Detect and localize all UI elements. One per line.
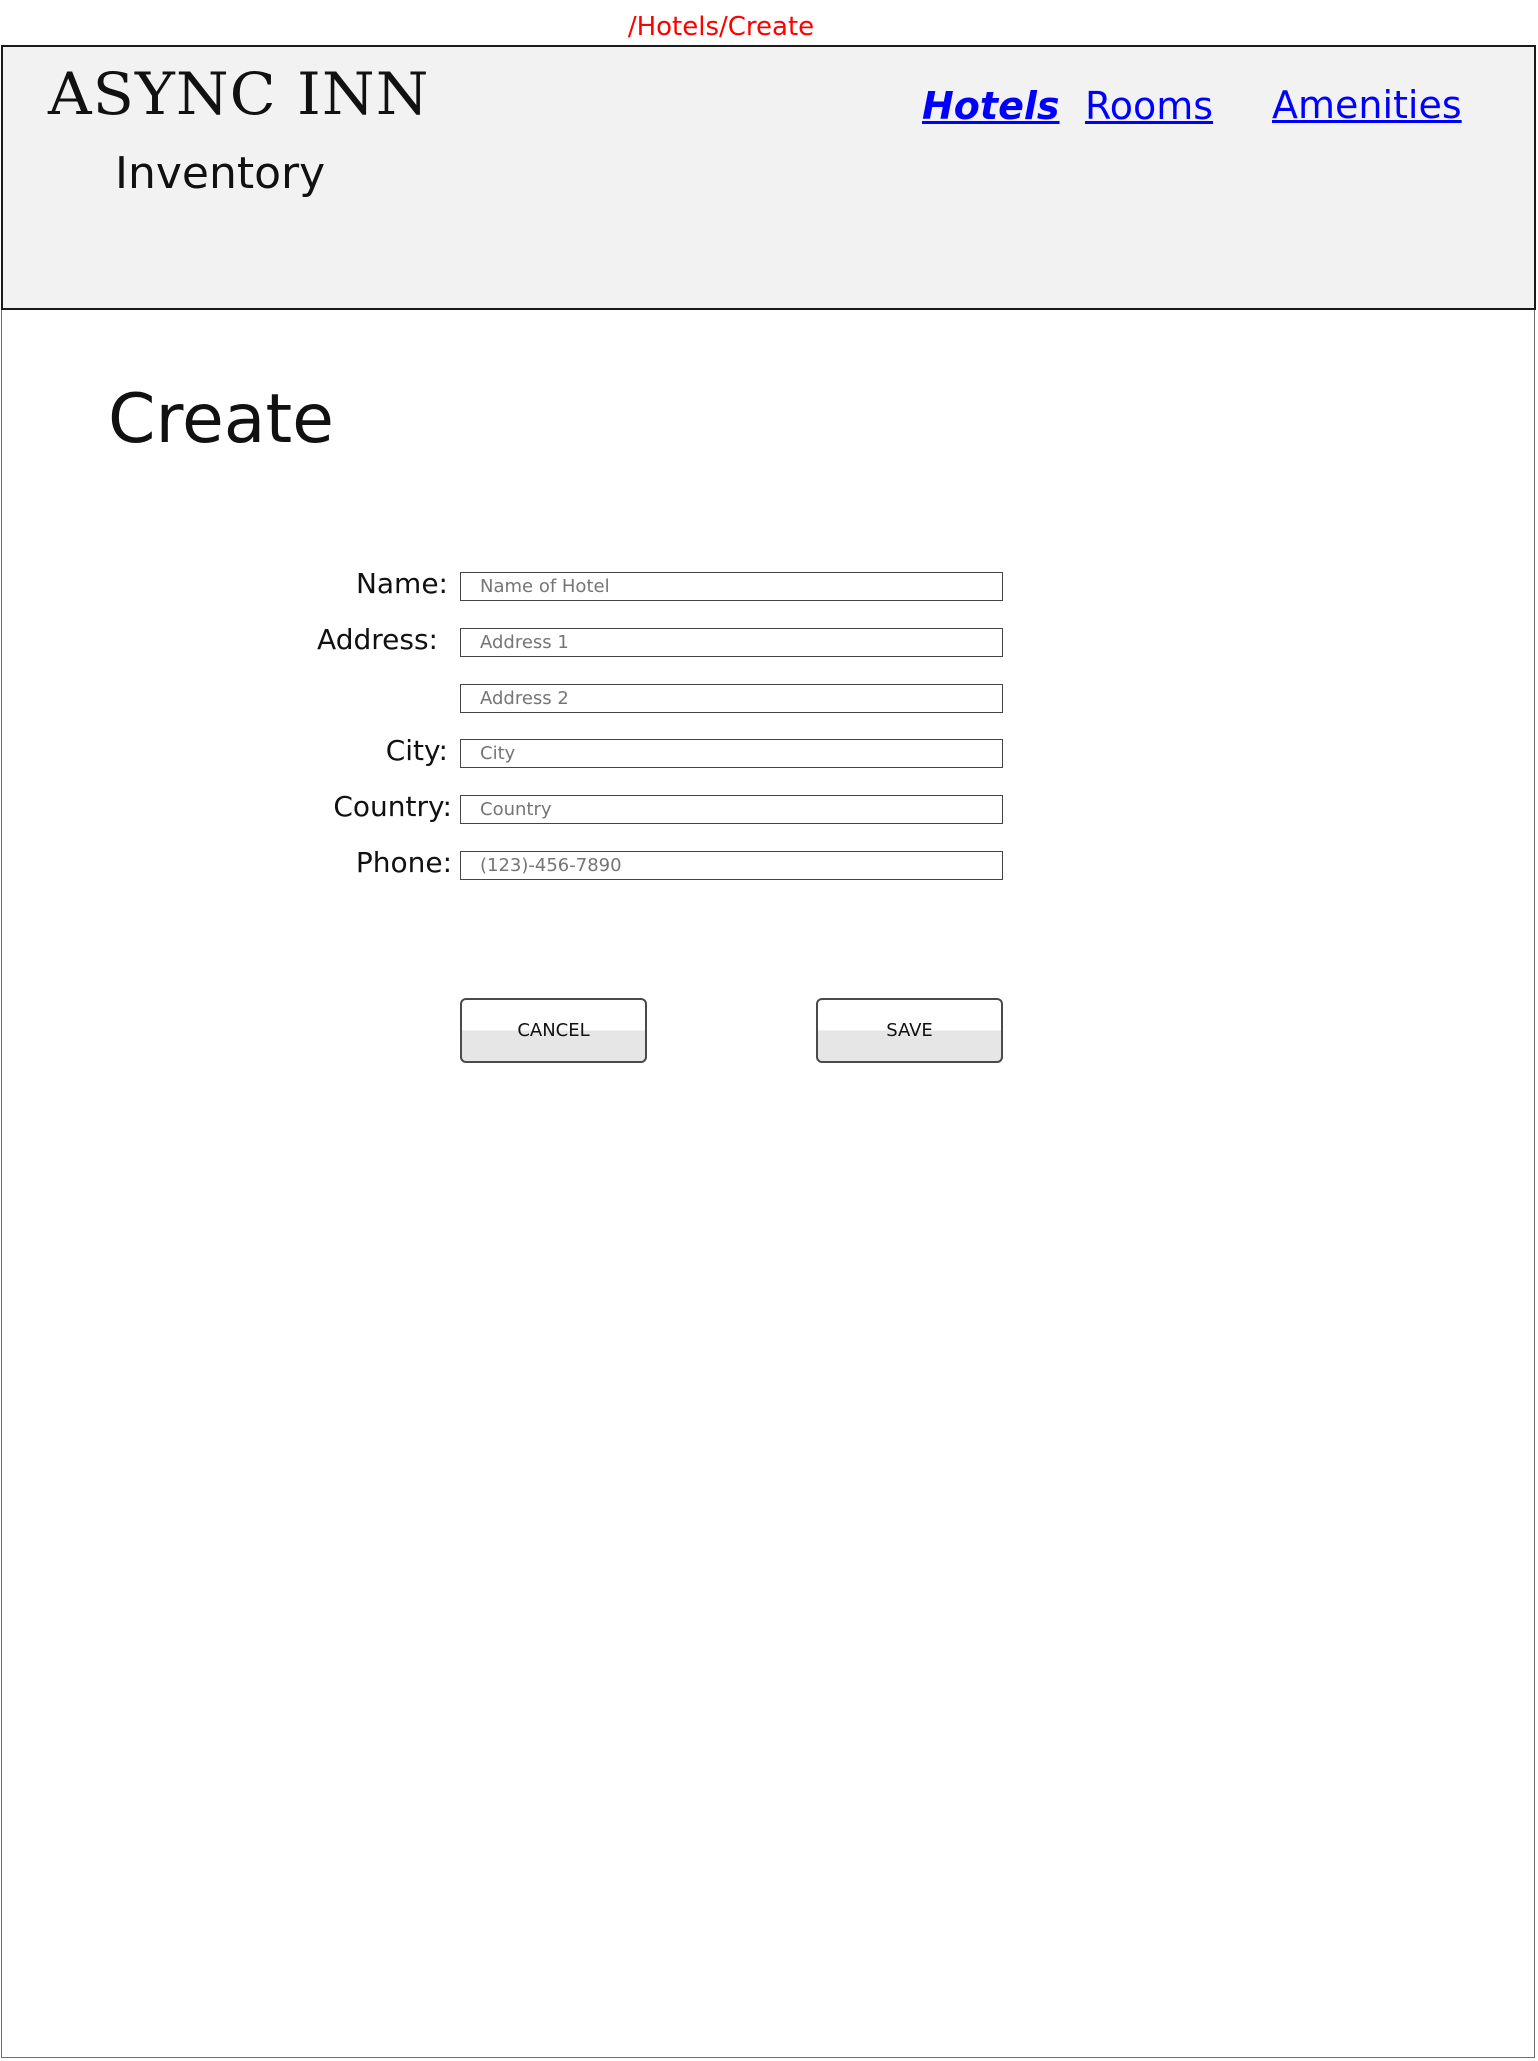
country-input[interactable] bbox=[460, 795, 1003, 824]
route-path: /Hotels/Create bbox=[627, 12, 815, 42]
phone-label: Phone: bbox=[355, 846, 452, 879]
nav-link-amenities[interactable]: Amenities bbox=[1272, 83, 1462, 127]
country-label: Country: bbox=[333, 790, 452, 823]
city-label: City: bbox=[385, 734, 448, 767]
nav-link-hotels[interactable]: Hotels bbox=[922, 84, 1060, 128]
address-line1-input[interactable] bbox=[460, 628, 1003, 657]
page-title: Create bbox=[108, 380, 334, 459]
phone-input[interactable] bbox=[460, 851, 1003, 880]
name-label: Name: bbox=[355, 567, 448, 600]
name-input[interactable] bbox=[460, 572, 1003, 601]
page-frame bbox=[1, 45, 1535, 2058]
brand-title: ASYNC INN bbox=[48, 60, 430, 128]
address-label: Address: bbox=[317, 623, 438, 656]
brand-subtitle: Inventory bbox=[115, 148, 326, 199]
address-line2-input[interactable] bbox=[460, 684, 1003, 713]
nav-link-rooms[interactable]: Rooms bbox=[1085, 84, 1213, 128]
save-button[interactable]: SAVE bbox=[816, 998, 1003, 1063]
city-input[interactable] bbox=[460, 739, 1003, 768]
cancel-button[interactable]: CANCEL bbox=[460, 998, 647, 1063]
